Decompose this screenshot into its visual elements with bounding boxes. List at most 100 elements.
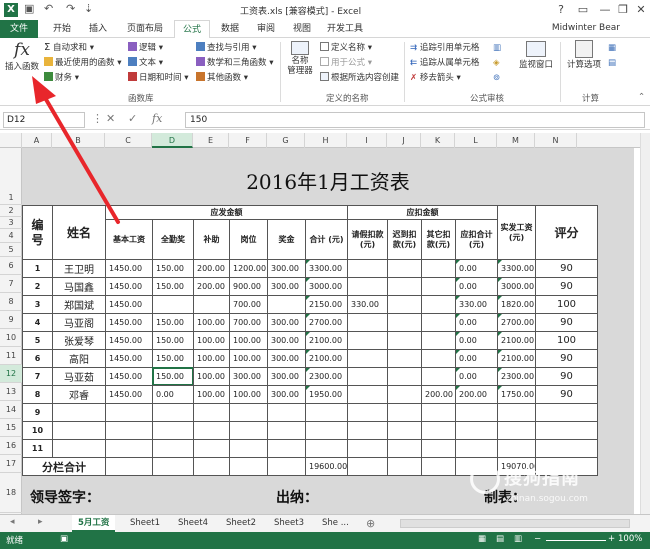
logical-button[interactable]: 逻辑 ▾: [128, 41, 163, 55]
cell-late[interactable]: [387, 295, 422, 314]
cell-late[interactable]: [387, 403, 422, 422]
cell-bonus[interactable]: 300.00: [267, 331, 306, 350]
name-box[interactable]: D12: [3, 112, 85, 128]
cell-base[interactable]: 1450.00: [105, 313, 153, 332]
header-late[interactable]: 迟到扣款(元): [387, 219, 422, 260]
cell-bonus[interactable]: 300.00: [267, 277, 306, 296]
row-header-10[interactable]: 10: [0, 329, 22, 347]
column-header-B[interactable]: B: [52, 133, 105, 148]
cell-other[interactable]: [421, 349, 456, 368]
cell-net[interactable]: [497, 439, 536, 458]
cell-name[interactable]: [52, 439, 106, 458]
row-header-4[interactable]: 4: [0, 229, 22, 243]
next-sheet-icon[interactable]: ▸: [38, 517, 43, 527]
header-score[interactable]: 评分: [535, 205, 598, 260]
cell-dtotal[interactable]: 0.00: [455, 349, 498, 368]
cell-late[interactable]: [387, 367, 422, 386]
cell-leave[interactable]: [347, 259, 388, 278]
page-layout-view-icon[interactable]: ▤: [496, 534, 504, 544]
cell-no[interactable]: 2: [22, 277, 53, 296]
cell[interactable]: [267, 457, 306, 476]
tab-view[interactable]: 视图: [286, 20, 318, 38]
cell-late[interactable]: [387, 277, 422, 296]
cell-net[interactable]: [497, 421, 536, 440]
remove-arrows-button[interactable]: ✗ 移去箭头 ▾: [410, 71, 461, 85]
cell-bonus[interactable]: 300.00: [267, 259, 306, 278]
row-header-18[interactable]: 18: [0, 473, 22, 513]
cell-att[interactable]: 150.00: [152, 259, 194, 278]
cell-total[interactable]: 3000.00: [305, 277, 348, 296]
vertical-scrollbar[interactable]: [640, 133, 650, 514]
cell-no[interactable]: 11: [22, 439, 53, 458]
cell-net[interactable]: 2300.00: [497, 367, 536, 386]
cell-late[interactable]: [387, 385, 422, 404]
cell-bonus[interactable]: [267, 403, 306, 422]
financial-button[interactable]: 财务 ▾: [44, 71, 79, 85]
cell-dtotal[interactable]: 0.00: [455, 331, 498, 350]
cell[interactable]: [152, 457, 194, 476]
column-header-N[interactable]: N: [535, 133, 577, 148]
cell-dtotal[interactable]: [455, 439, 498, 458]
cell-att[interactable]: [152, 421, 194, 440]
cell-other[interactable]: [421, 421, 456, 440]
header-position[interactable]: 岗位: [229, 219, 268, 260]
cell-dtotal[interactable]: 0.00: [455, 259, 498, 278]
cell-no[interactable]: 8: [22, 385, 53, 404]
cell-pos[interactable]: [229, 403, 268, 422]
cell-base[interactable]: [105, 421, 153, 440]
cell-leave[interactable]: [347, 313, 388, 332]
cell-leave[interactable]: 330.00: [347, 295, 388, 314]
show-formulas-icon[interactable]: ▥: [493, 41, 501, 55]
cell-leave[interactable]: [347, 277, 388, 296]
cell-late[interactable]: [387, 421, 422, 440]
cell-total[interactable]: 3300.00: [305, 259, 348, 278]
use-in-formula-button[interactable]: 用于公式 ▾: [320, 56, 372, 70]
date-time-button[interactable]: 日期和时间 ▾: [128, 71, 188, 85]
calculate-sheet-icon[interactable]: ▤: [608, 56, 616, 70]
cell-name[interactable]: [52, 421, 106, 440]
enter-icon[interactable]: ✓: [128, 112, 137, 125]
cell-bonus[interactable]: 300.00: [267, 367, 306, 386]
cell-net[interactable]: 1750.00: [497, 385, 536, 404]
cell-name[interactable]: 马亚茹: [52, 367, 106, 386]
cell-other[interactable]: [421, 295, 456, 314]
cell-dtotal[interactable]: 330.00: [455, 295, 498, 314]
column-header-A[interactable]: A: [22, 133, 52, 148]
sheet-tab[interactable]: She ...: [316, 515, 355, 532]
header-other[interactable]: 其它扣款(元): [421, 219, 456, 260]
formula-input[interactable]: 150: [185, 112, 645, 128]
calculate-now-icon[interactable]: ▦: [608, 41, 616, 55]
cell-score[interactable]: 90: [535, 367, 598, 386]
sheet-tab[interactable]: Sheet3: [268, 515, 310, 532]
tab-developer[interactable]: 开发工具: [322, 20, 368, 38]
subtotal-total[interactable]: 19600.00: [305, 457, 348, 476]
cell-late[interactable]: [387, 331, 422, 350]
cell[interactable]: [193, 457, 230, 476]
cell-allow[interactable]: 100.00: [193, 313, 230, 332]
cell-name[interactable]: 邓睿: [52, 385, 106, 404]
cell-other[interactable]: 200.00: [421, 385, 456, 404]
create-from-selection-button[interactable]: 根据所选内容创建: [320, 71, 399, 85]
cell-total[interactable]: 2100.00: [305, 349, 348, 368]
column-header-M[interactable]: M: [497, 133, 535, 148]
cell-name[interactable]: 马亚阁: [52, 313, 106, 332]
cell-net[interactable]: 1820.00: [497, 295, 536, 314]
cell-no[interactable]: 4: [22, 313, 53, 332]
ribbon-display-icon[interactable]: ▭: [572, 1, 594, 19]
column-header-G[interactable]: G: [267, 133, 305, 148]
normal-view-icon[interactable]: ▦: [478, 534, 486, 544]
sheet-tab-active[interactable]: 5月工资: [72, 515, 116, 532]
row-header-12[interactable]: 12: [0, 365, 22, 383]
cell-total[interactable]: 2300.00: [305, 367, 348, 386]
cell-pos[interactable]: 900.00: [229, 277, 268, 296]
cell-late[interactable]: [387, 439, 422, 458]
cell-score[interactable]: [535, 439, 598, 458]
macro-record-icon[interactable]: ▣: [60, 534, 68, 544]
sheet-tab[interactable]: Sheet2: [220, 515, 262, 532]
cell-total[interactable]: 2100.00: [305, 331, 348, 350]
cell-leave[interactable]: [347, 439, 388, 458]
cell-score[interactable]: 90: [535, 313, 598, 332]
cell-no[interactable]: 3: [22, 295, 53, 314]
cell-att[interactable]: 150.00: [152, 367, 194, 386]
row-header-15[interactable]: 15: [0, 419, 22, 437]
